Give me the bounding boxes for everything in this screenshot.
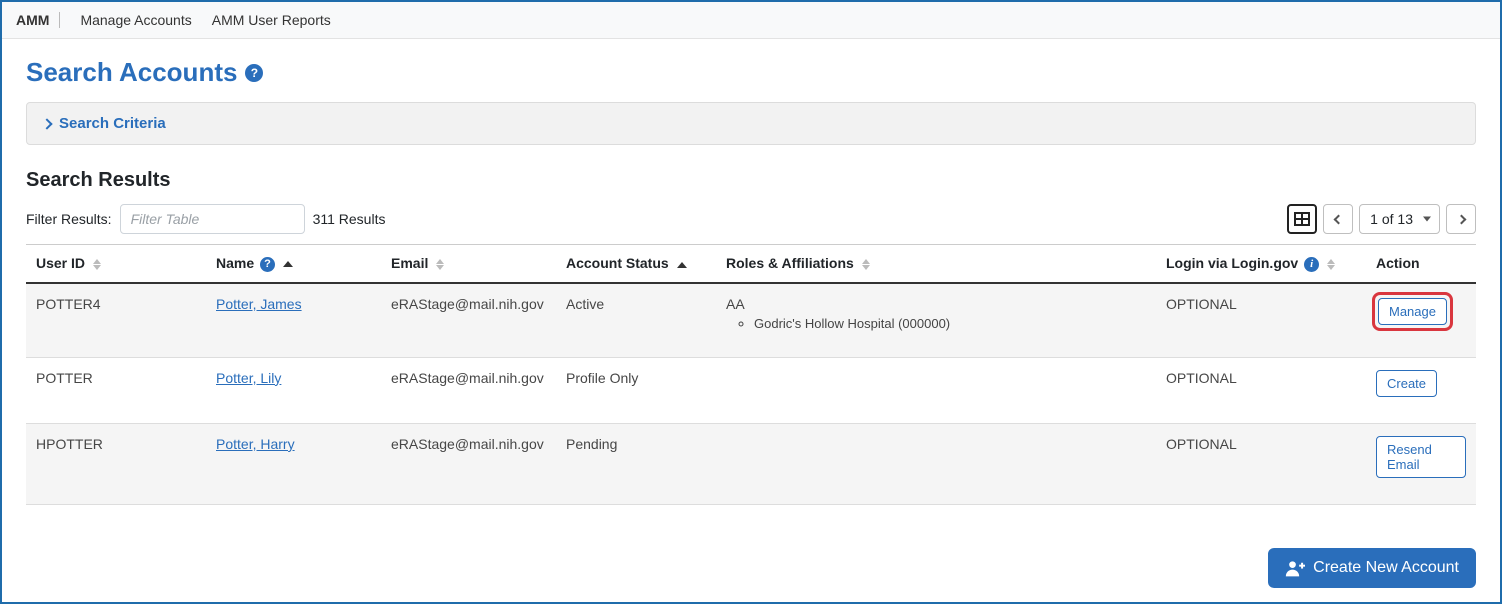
cell-login: OPTIONAL [1156, 423, 1366, 504]
cell-status: Active [556, 283, 716, 358]
cell-email: eRAStage@mail.nih.gov [381, 423, 556, 504]
resend-email-button[interactable]: Resend Email [1376, 436, 1466, 478]
results-title: Search Results [26, 169, 1476, 192]
cell-user-id: POTTER [26, 357, 206, 423]
col-name[interactable]: Name ? [206, 245, 381, 283]
cell-roles [716, 423, 1156, 504]
cell-email: eRAStage@mail.nih.gov [381, 283, 556, 358]
page-title: Search Accounts ? [26, 57, 1476, 88]
col-action: Action [1366, 245, 1476, 283]
chevron-left-icon [1333, 214, 1343, 224]
col-name-label: Name [216, 255, 254, 271]
name-link[interactable]: Potter, James [216, 296, 302, 312]
help-icon[interactable]: ? [245, 64, 263, 82]
pager-prev-button[interactable] [1323, 204, 1353, 234]
cell-email: eRAStage@mail.nih.gov [381, 357, 556, 423]
page-select-label: 1 of 13 [1370, 211, 1413, 227]
sort-icon [93, 259, 101, 270]
nav-user-reports[interactable]: AMM User Reports [202, 8, 341, 32]
cell-status: Profile Only [556, 357, 716, 423]
col-user-id-label: User ID [36, 255, 85, 271]
search-criteria-label: Search Criteria [59, 115, 166, 132]
affiliation-item: Godric's Hollow Hospital (000000) [754, 316, 1146, 331]
name-link[interactable]: Potter, Lily [216, 370, 281, 386]
col-login[interactable]: Login via Login.gov i [1156, 245, 1366, 283]
results-table: User ID Name ? Email Account Status [26, 244, 1476, 505]
col-email-label: Email [391, 255, 428, 271]
role-code: AA [726, 296, 745, 312]
cell-user-id: HPOTTER [26, 423, 206, 504]
user-plus-icon [1285, 559, 1305, 577]
sort-asc-icon [283, 261, 293, 267]
search-criteria-toggle[interactable]: Search Criteria [26, 102, 1476, 145]
action-highlight: Manage [1376, 296, 1449, 327]
filter-input[interactable] [120, 204, 305, 234]
footer: Create New Account [1268, 548, 1476, 588]
col-roles[interactable]: Roles & Affiliations [716, 245, 1156, 283]
sort-icon [436, 259, 444, 270]
create-new-account-button[interactable]: Create New Account [1268, 548, 1476, 588]
chevron-right-icon [41, 118, 52, 129]
brand-label: AMM [16, 12, 60, 28]
table-row: HPOTTER Potter, Harry eRAStage@mail.nih.… [26, 423, 1476, 504]
cell-user-id: POTTER4 [26, 283, 206, 358]
filter-label: Filter Results: [26, 211, 112, 227]
page-title-text: Search Accounts [26, 57, 237, 88]
name-link[interactable]: Potter, Harry [216, 436, 295, 452]
cell-login: OPTIONAL [1156, 357, 1366, 423]
sort-icon [862, 259, 870, 270]
topbar: AMM Manage Accounts AMM User Reports [2, 2, 1500, 39]
grid-view-button[interactable] [1287, 204, 1317, 234]
create-button[interactable]: Create [1376, 370, 1437, 397]
col-status-label: Account Status [566, 255, 669, 271]
results-toolbar: Filter Results: 311 Results 1 of 13 [26, 204, 1476, 234]
cell-roles [716, 357, 1156, 423]
cell-roles: AA Godric's Hollow Hospital (000000) [716, 283, 1156, 358]
col-roles-label: Roles & Affiliations [726, 255, 854, 271]
pager-next-button[interactable] [1446, 204, 1476, 234]
create-new-account-label: Create New Account [1313, 559, 1459, 577]
results-count: 311 Results [313, 211, 386, 227]
page-select[interactable]: 1 of 13 [1359, 204, 1440, 234]
col-action-label: Action [1376, 255, 1420, 271]
caret-down-icon [1423, 217, 1431, 222]
col-user-id[interactable]: User ID [26, 245, 206, 283]
info-icon[interactable]: i [1304, 257, 1319, 272]
chevron-right-icon [1456, 214, 1466, 224]
manage-button[interactable]: Manage [1378, 298, 1447, 325]
nav-manage-accounts[interactable]: Manage Accounts [70, 8, 201, 32]
sort-icon [1327, 259, 1335, 270]
cell-status: Pending [556, 423, 716, 504]
col-login-label: Login via Login.gov [1166, 255, 1298, 271]
col-email[interactable]: Email [381, 245, 556, 283]
filter-group: Filter Results: 311 Results [26, 204, 385, 234]
sort-asc-icon [677, 262, 687, 268]
grid-icon [1294, 212, 1310, 226]
table-row: POTTER4 Potter, James eRAStage@mail.nih.… [26, 283, 1476, 358]
help-icon[interactable]: ? [260, 257, 275, 272]
table-row: POTTER Potter, Lily eRAStage@mail.nih.go… [26, 357, 1476, 423]
cell-login: OPTIONAL [1156, 283, 1366, 358]
col-status[interactable]: Account Status [556, 245, 716, 283]
pager-group: 1 of 13 [1287, 204, 1476, 234]
